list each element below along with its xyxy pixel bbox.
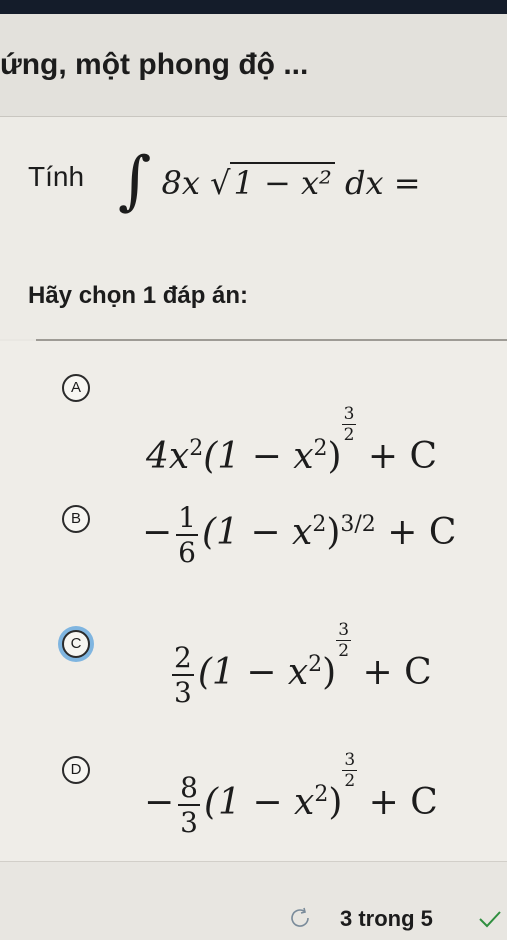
term: + C bbox=[387, 512, 457, 553]
option-d-radio[interactable]: D bbox=[62, 756, 90, 784]
question-counter: 3 trong 5 bbox=[340, 906, 433, 931]
fraction-exponent: 32 bbox=[342, 750, 358, 791]
fraction-exponent: 32 bbox=[336, 620, 352, 661]
fraction: 16 bbox=[176, 501, 198, 569]
option-b-radio[interactable]: B bbox=[62, 505, 90, 533]
paren: ) bbox=[326, 512, 341, 553]
term: (1 − x bbox=[197, 652, 309, 693]
exponent: 2 bbox=[189, 436, 204, 461]
check-icon[interactable] bbox=[478, 910, 502, 928]
term: + C bbox=[362, 652, 432, 693]
question-prefix: Tính bbox=[28, 161, 85, 192]
page-title: ứng, một phong độ ... bbox=[0, 48, 309, 81]
question-tail: dx = bbox=[345, 164, 421, 202]
option-d-formula: −8 3 (1 − x2) 3 2 + C bbox=[144, 750, 438, 839]
term: (1 − x bbox=[203, 436, 314, 477]
question-radicand: 1 − x² bbox=[230, 162, 335, 202]
integral-sign: ∫ bbox=[118, 144, 152, 218]
term: + C bbox=[368, 782, 438, 823]
term: (1 − x bbox=[204, 782, 315, 823]
option-a-formula: 4x2(1 − x2) 3 2 + C bbox=[146, 404, 437, 477]
refresh-icon[interactable] bbox=[288, 906, 312, 930]
option-c-formula: 2 3 (1 − x2) 3 2 + C bbox=[168, 620, 432, 709]
option-c[interactable]: C 2 3 (1 − x2) 3 2 + C bbox=[0, 618, 507, 743]
option-b-formula: −1 6 (1 − x2)3/2 + C bbox=[142, 501, 456, 569]
paren: ) bbox=[327, 436, 342, 477]
question-formula: ∫ 8x √1 − x² dx = bbox=[118, 136, 421, 218]
exponent: 2 bbox=[312, 512, 327, 537]
term: 4x bbox=[146, 436, 190, 477]
term: + C bbox=[367, 436, 438, 477]
option-a[interactable]: A 4x2(1 − x2) 3 2 + C bbox=[0, 360, 507, 485]
fraction-exponent: 32 bbox=[341, 404, 357, 445]
instruction-text: Hãy chọn 1 đáp án: bbox=[28, 282, 249, 309]
paren: ) bbox=[322, 652, 337, 693]
exponent: 3/2 bbox=[340, 512, 376, 537]
paren: ) bbox=[328, 782, 343, 823]
sign: − bbox=[142, 512, 173, 553]
option-c-radio[interactable]: C bbox=[62, 630, 90, 658]
sign: − bbox=[144, 782, 175, 823]
question-integrand: 8x bbox=[161, 164, 200, 202]
fraction: 23 bbox=[172, 641, 194, 709]
square-root: √1 − x² bbox=[210, 162, 335, 202]
fraction: 83 bbox=[178, 771, 200, 839]
exponent: 2 bbox=[314, 782, 329, 807]
option-b[interactable]: B −1 6 (1 − x2)3/2 + C bbox=[0, 497, 507, 622]
exponent: 2 bbox=[313, 436, 328, 461]
term: (1 − x bbox=[202, 512, 313, 553]
option-a-radio[interactable]: A bbox=[62, 374, 90, 402]
exponent: 2 bbox=[308, 652, 323, 677]
header: ứng, một phong độ ... bbox=[0, 14, 507, 116]
option-d[interactable]: D −8 3 (1 − x2) 3 2 + C bbox=[0, 746, 507, 871]
top-bar bbox=[0, 0, 507, 14]
